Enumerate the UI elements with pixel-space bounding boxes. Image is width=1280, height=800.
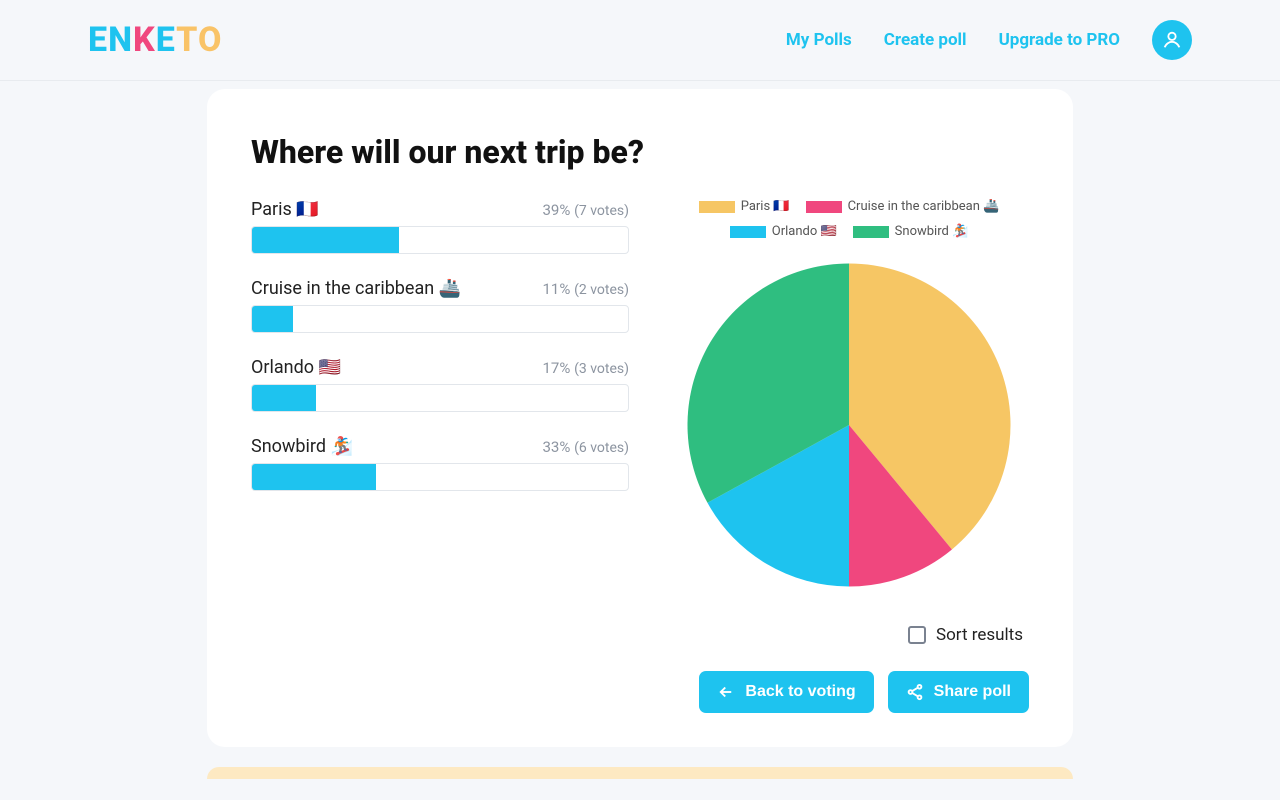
- legend-item: Cruise in the caribbean 🚢: [806, 199, 1000, 214]
- main-nav: My Polls Create poll Upgrade to PRO: [786, 20, 1192, 60]
- avatar[interactable]: [1152, 20, 1192, 60]
- option-stats: 11% (2 votes): [543, 280, 630, 298]
- progress-bar: [251, 305, 629, 333]
- promo-banner: [207, 767, 1073, 779]
- action-buttons: Back to voting Share poll: [699, 671, 1029, 713]
- legend-label: Cruise in the caribbean 🚢: [848, 199, 1000, 214]
- share-icon: [906, 683, 924, 701]
- legend-label: Paris 🇫🇷: [741, 199, 790, 214]
- poll-option: Cruise in the caribbean 🚢 11% (2 votes): [251, 278, 629, 333]
- app-header: ENKETO My Polls Create poll Upgrade to P…: [0, 0, 1280, 81]
- progress-fill: [252, 464, 376, 490]
- progress-fill: [252, 385, 316, 411]
- legend-swatch: [699, 201, 735, 213]
- sort-label: Sort results: [936, 625, 1023, 645]
- option-label: Snowbird 🏂: [251, 436, 353, 457]
- poll-content: Paris 🇫🇷 39% (7 votes) Cruise in the car…: [251, 199, 1029, 713]
- button-label: Back to voting: [745, 683, 855, 701]
- checkbox-icon: [908, 626, 926, 644]
- nav-upgrade-pro[interactable]: Upgrade to PRO: [999, 30, 1120, 50]
- user-icon: [1161, 29, 1183, 51]
- legend-item: Orlando 🇺🇸: [730, 224, 837, 239]
- legend-label: Orlando 🇺🇸: [772, 224, 837, 239]
- progress-bar: [251, 384, 629, 412]
- option-stats: 33% (6 votes): [543, 438, 630, 456]
- poll-option: Snowbird 🏂 33% (6 votes): [251, 436, 629, 491]
- back-to-voting-button[interactable]: Back to voting: [699, 671, 873, 713]
- logo[interactable]: ENKETO: [88, 20, 222, 60]
- progress-bar: [251, 226, 629, 254]
- chart-legend: Paris 🇫🇷 Cruise in the caribbean 🚢 Orlan…: [669, 199, 1029, 239]
- legend-label: Snowbird 🏂: [895, 224, 969, 239]
- share-poll-button[interactable]: Share poll: [888, 671, 1029, 713]
- poll-option: Paris 🇫🇷 39% (7 votes): [251, 199, 629, 254]
- progress-fill: [252, 227, 399, 253]
- results-list: Paris 🇫🇷 39% (7 votes) Cruise in the car…: [251, 199, 629, 713]
- poll-title: Where will our next trip be?: [251, 133, 1029, 171]
- progress-bar: [251, 463, 629, 491]
- legend-item: Paris 🇫🇷: [699, 199, 790, 214]
- sort-results-toggle[interactable]: Sort results: [908, 625, 1023, 645]
- option-label: Paris 🇫🇷: [251, 199, 319, 220]
- nav-create-poll[interactable]: Create poll: [884, 30, 967, 50]
- progress-fill: [252, 306, 293, 332]
- option-label: Cruise in the caribbean 🚢: [251, 278, 461, 299]
- pie-chart: [679, 255, 1019, 599]
- chart-panel: Paris 🇫🇷 Cruise in the caribbean 🚢 Orlan…: [669, 199, 1029, 713]
- arrow-left-icon: [717, 683, 735, 701]
- nav-my-polls[interactable]: My Polls: [786, 30, 852, 50]
- poll-results-card: Where will our next trip be? Paris 🇫🇷 39…: [207, 89, 1073, 747]
- legend-swatch: [853, 226, 889, 238]
- legend-item: Snowbird 🏂: [853, 224, 969, 239]
- option-label: Orlando 🇺🇸: [251, 357, 341, 378]
- option-stats: 17% (3 votes): [543, 359, 630, 377]
- legend-swatch: [806, 201, 842, 213]
- button-label: Share poll: [934, 683, 1011, 701]
- legend-swatch: [730, 226, 766, 238]
- option-stats: 39% (7 votes): [543, 201, 630, 219]
- poll-option: Orlando 🇺🇸 17% (3 votes): [251, 357, 629, 412]
